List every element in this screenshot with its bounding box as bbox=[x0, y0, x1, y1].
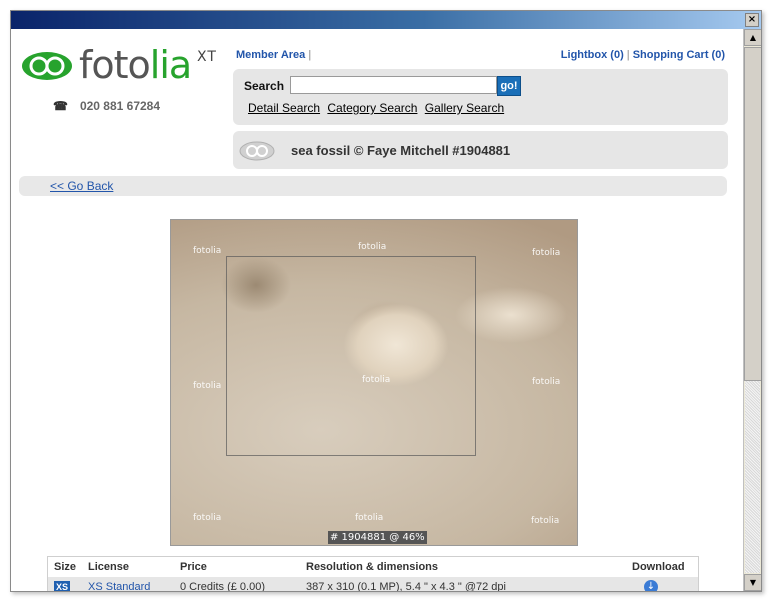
download-icon[interactable]: ↓ bbox=[644, 580, 658, 591]
close-button[interactable]: × bbox=[745, 13, 759, 27]
size-badge: XS bbox=[54, 580, 71, 591]
link-separator: | bbox=[626, 49, 630, 61]
logo-superscript: XT bbox=[197, 49, 217, 65]
price-cell: 0 Credits (£ 0.00) bbox=[174, 577, 300, 591]
image-title-panel: sea fossil © Faye Mitchell #1904881 bbox=[233, 131, 728, 169]
logo-rings-icon bbox=[22, 52, 72, 80]
logo-wordmark: fotolia bbox=[79, 43, 192, 87]
scroll-down-button[interactable]: ▼ bbox=[744, 574, 761, 591]
back-bar: << Go Back bbox=[19, 176, 727, 196]
phone-number: ☎ 020 881 67284 bbox=[53, 99, 160, 113]
page-content: fotolia XT ☎ 020 881 67284 Member Area | … bbox=[11, 29, 743, 591]
image-caption: # 1904881 @ 46% bbox=[328, 531, 427, 544]
member-links: Member Area | bbox=[236, 49, 311, 61]
cart-links: Lightbox (0) | Shopping Cart (0) bbox=[561, 49, 725, 61]
member-area-link[interactable]: Member Area bbox=[236, 49, 305, 61]
watermark: fotolia bbox=[532, 248, 561, 258]
go-back-link[interactable]: << Go Back bbox=[50, 179, 113, 193]
category-search-link[interactable]: Category Search bbox=[327, 101, 417, 115]
scroll-thumb[interactable] bbox=[744, 47, 761, 381]
col-price: Price bbox=[174, 556, 300, 577]
search-input[interactable] bbox=[290, 76, 497, 94]
license-table: Size License Price Resolution & dimensio… bbox=[47, 556, 699, 591]
logo-word-green: lia bbox=[149, 43, 192, 87]
table-header-row: Size License Price Resolution & dimensio… bbox=[47, 556, 699, 577]
preview-image: fotolia fotolia fotolia fotolia fotolia … bbox=[170, 219, 578, 546]
watermark: fotolia bbox=[193, 381, 222, 391]
size-cell: XS bbox=[47, 577, 82, 591]
popup-window: × fotolia XT ☎ 020 881 67284 Member Area … bbox=[10, 10, 762, 592]
watermark: fotolia bbox=[358, 242, 387, 252]
col-download: Download bbox=[626, 556, 699, 577]
table-row: XS XS Standard 0 Credits (£ 0.00) 387 x … bbox=[47, 577, 699, 591]
watermark: fotolia bbox=[531, 516, 560, 526]
telephone-icon: ☎ bbox=[53, 99, 68, 113]
fotolia-rings-icon bbox=[239, 141, 275, 161]
watermark: fotolia bbox=[532, 377, 561, 387]
phone-text: 020 881 67284 bbox=[79, 99, 161, 113]
license-link[interactable]: XS Standard bbox=[88, 581, 150, 591]
col-size: Size bbox=[47, 556, 82, 577]
watermark: fotolia bbox=[193, 513, 222, 523]
license-cell: XS Standard bbox=[82, 577, 174, 591]
col-license: License bbox=[82, 556, 174, 577]
shopping-cart-link[interactable]: Shopping Cart (0) bbox=[633, 49, 725, 61]
resolution-cell: 387 x 310 (0.1 MP), 5.4 " x 4.3 " @72 dp… bbox=[300, 577, 626, 591]
scroll-track[interactable] bbox=[745, 381, 760, 573]
window-titlebar: × bbox=[11, 11, 761, 29]
search-label: Search bbox=[244, 79, 285, 93]
search-links: Detail Search Category Search Gallery Se… bbox=[248, 101, 508, 115]
image-title: sea fossil © Faye Mitchell #1904881 bbox=[291, 143, 511, 158]
crop-frame bbox=[226, 256, 476, 456]
vertical-scrollbar[interactable]: ▲ ▼ bbox=[743, 29, 761, 591]
watermark: fotolia bbox=[355, 513, 384, 523]
search-go-button[interactable]: go! bbox=[497, 76, 521, 96]
search-panel: Search go! Detail Search Category Search… bbox=[233, 69, 728, 125]
scroll-up-button[interactable]: ▲ bbox=[744, 29, 761, 46]
logo-word-main: foto bbox=[79, 43, 151, 87]
lightbox-link[interactable]: Lightbox (0) bbox=[561, 49, 624, 61]
link-separator: | bbox=[308, 49, 312, 61]
col-resolution: Resolution & dimensions bbox=[300, 556, 626, 577]
gallery-search-link[interactable]: Gallery Search bbox=[425, 101, 504, 115]
fotolia-logo[interactable]: fotolia XT bbox=[21, 43, 221, 97]
detail-search-link[interactable]: Detail Search bbox=[248, 101, 320, 115]
watermark: fotolia bbox=[193, 246, 222, 256]
download-cell: ↓ bbox=[626, 577, 699, 591]
